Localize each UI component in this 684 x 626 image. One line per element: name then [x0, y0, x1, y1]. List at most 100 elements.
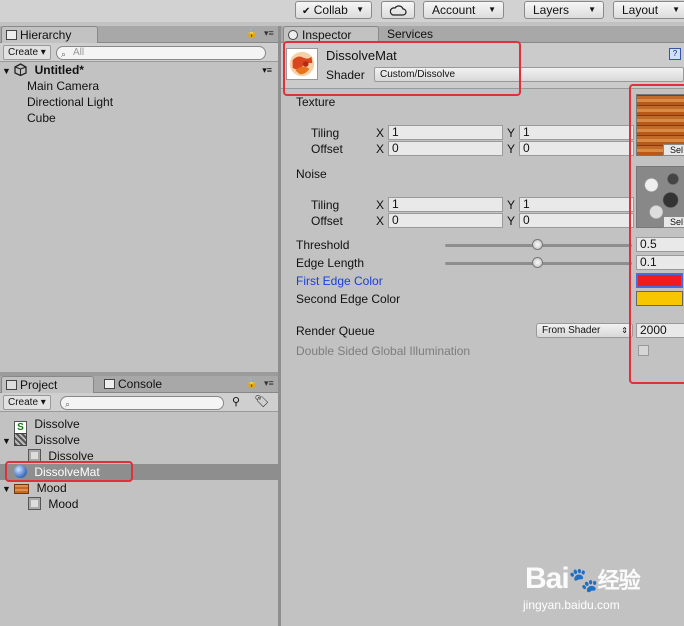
- hierarchy-tabbar: Hierarchy 🔒 ▾≡: [0, 26, 278, 43]
- project-search-input[interactable]: ⌕: [60, 396, 224, 410]
- noise-offset-y-field[interactable]: 0: [519, 213, 634, 228]
- dsgi-label: Double Sided Global Illumination: [296, 344, 471, 358]
- paw-icon: 🐾: [568, 567, 599, 594]
- account-dropdown[interactable]: Account ▼: [423, 1, 504, 19]
- panel-menu-icon[interactable]: ▾≡: [264, 28, 274, 39]
- tab-services-label: Services: [387, 27, 434, 41]
- search-icon: ⌕: [65, 399, 71, 409]
- watermark-url: jingyan.baidu.com: [523, 598, 620, 612]
- project-item-dissolve-shader[interactable]: S Dissolve: [0, 416, 278, 434]
- hierarchy-item-label: Cube: [27, 111, 56, 125]
- create-label: Create: [8, 397, 39, 408]
- wood-texture-icon: [14, 484, 30, 494]
- cloud-icon: [389, 5, 407, 16]
- tab-hierarchy[interactable]: Hierarchy: [1, 26, 98, 43]
- noise-tiling-x-field[interactable]: 1: [388, 197, 503, 212]
- field-value: 1: [392, 197, 399, 211]
- hierarchy-subbar: Create ▾ ⌕ All: [0, 43, 278, 62]
- search-icon: ⌕: [61, 49, 67, 59]
- field-value: 0: [523, 141, 530, 155]
- scene-menu-icon[interactable]: ▾≡: [262, 62, 272, 78]
- folder-icon: [6, 380, 17, 390]
- hierarchy-item-cube[interactable]: Cube: [0, 110, 278, 126]
- highlight-property-values: [629, 84, 684, 384]
- layout-dropdown[interactable]: Layout ▼: [613, 1, 684, 19]
- collab-check-icon: ✔: [302, 6, 311, 17]
- help-book-icon[interactable]: ?: [669, 48, 681, 60]
- account-label: Account: [432, 3, 476, 17]
- noise-offset-x-field[interactable]: 0: [388, 213, 503, 228]
- texture-offset-x-label: X: [376, 142, 385, 156]
- render-queue-label: Render Queue: [296, 324, 375, 338]
- expand-triangle-icon[interactable]: ▼: [2, 66, 11, 76]
- noise-texture-icon: [14, 433, 28, 446]
- edge-length-slider-knob[interactable]: [532, 257, 543, 268]
- project-item-mood-texture[interactable]: ▼ Mood: [0, 480, 278, 496]
- chevron-down-icon: ▼: [672, 5, 680, 14]
- project-item-label: Mood: [48, 497, 79, 511]
- noise-offset-label: Offset: [311, 214, 343, 228]
- cloud-button[interactable]: [381, 1, 415, 19]
- expand-triangle-icon[interactable]: ▼: [2, 436, 11, 446]
- chevron-down-icon: ▼: [588, 5, 596, 14]
- collab-label: Collab: [313, 3, 348, 17]
- hierarchy-item-main-camera[interactable]: Main Camera: [0, 78, 278, 94]
- updown-arrows-icon: ⇕: [621, 326, 628, 335]
- tab-project-label: Project: [20, 378, 58, 392]
- tab-project[interactable]: Project: [1, 376, 94, 393]
- noise-tiling-label: Tiling: [311, 198, 340, 212]
- threshold-label: Threshold: [296, 238, 350, 252]
- lock-icon[interactable]: 🔒: [246, 28, 257, 39]
- project-subbar: Create ▾ ⌕ ⚲ 🏷: [0, 393, 278, 412]
- texture-offset-x-field[interactable]: 0: [388, 141, 503, 156]
- texture-offset-label: Offset: [311, 142, 343, 156]
- layout-label: Layout: [622, 3, 659, 17]
- lock-icon[interactable]: 🔒: [246, 378, 257, 389]
- second-edge-color-label: Second Edge Color: [296, 292, 401, 306]
- render-queue-mode-dropdown[interactable]: From Shader ⇕: [536, 323, 633, 338]
- tab-console[interactable]: Console: [100, 376, 190, 393]
- collab-dropdown[interactable]: ✔ Collab ▼: [295, 1, 372, 19]
- texture-offset-y-field[interactable]: 0: [519, 141, 634, 156]
- noise-offset-y-label: Y: [507, 214, 516, 228]
- project-create-button[interactable]: Create ▾: [3, 395, 51, 410]
- main-toolbar: ✔ Collab ▼ Account ▼ Layers ▼ Layout ▼: [0, 0, 684, 22]
- chevron-down-icon: ▼: [488, 5, 496, 14]
- field-value: 0: [392, 213, 399, 227]
- filter-by-type-icon[interactable]: ⚲: [232, 395, 240, 408]
- hierarchy-item-directional-light[interactable]: Directional Light: [0, 94, 278, 110]
- expand-triangle-icon[interactable]: ▼: [2, 484, 11, 494]
- chevron-down-icon: ▼: [356, 5, 364, 14]
- hierarchy-create-button[interactable]: Create ▾: [3, 45, 51, 60]
- filter-by-label-icon[interactable]: 🏷: [254, 394, 269, 408]
- inspector-panel: Inspector Services DissolveMat Shader Cu…: [281, 26, 684, 626]
- project-item-dissolve-texture[interactable]: ▼ Dissolve: [0, 432, 278, 448]
- texture-tiling-x-field[interactable]: 1: [388, 125, 503, 140]
- project-item-mood-sprite[interactable]: Mood: [0, 496, 278, 512]
- search-placeholder: All: [73, 47, 85, 58]
- unity-scene-icon: [14, 63, 27, 76]
- project-item-label: Mood: [36, 481, 67, 495]
- panel-menu-icon[interactable]: ▾≡: [264, 378, 274, 389]
- project-item-label: Dissolve: [34, 417, 80, 431]
- tab-inspector-label: Inspector: [302, 28, 352, 42]
- layers-dropdown[interactable]: Layers ▼: [524, 1, 604, 19]
- threshold-slider-knob[interactable]: [532, 239, 543, 250]
- texture-tiling-label: Tiling: [311, 126, 340, 140]
- scene-row[interactable]: ▼ Untitled* ▾≡: [0, 62, 278, 78]
- render-queue-mode-value: From Shader: [542, 325, 601, 336]
- noise-tiling-y-field[interactable]: 1: [519, 197, 634, 212]
- watermark-brand: Bai: [525, 562, 570, 595]
- hierarchy-search-input[interactable]: ⌕ All: [56, 46, 266, 60]
- noise-tiling-y-label: Y: [507, 198, 516, 212]
- info-icon: [288, 30, 298, 40]
- console-icon: [104, 379, 115, 389]
- noise-offset-x-label: X: [376, 214, 385, 228]
- texture-offset-y-label: Y: [507, 142, 516, 156]
- field-value: 0: [523, 213, 530, 227]
- noise-tiling-x-label: X: [376, 198, 385, 212]
- field-value: 1: [392, 125, 399, 139]
- highlight-material-header: [283, 41, 521, 96]
- tab-console-label: Console: [118, 377, 163, 391]
- texture-tiling-y-field[interactable]: 1: [519, 125, 634, 140]
